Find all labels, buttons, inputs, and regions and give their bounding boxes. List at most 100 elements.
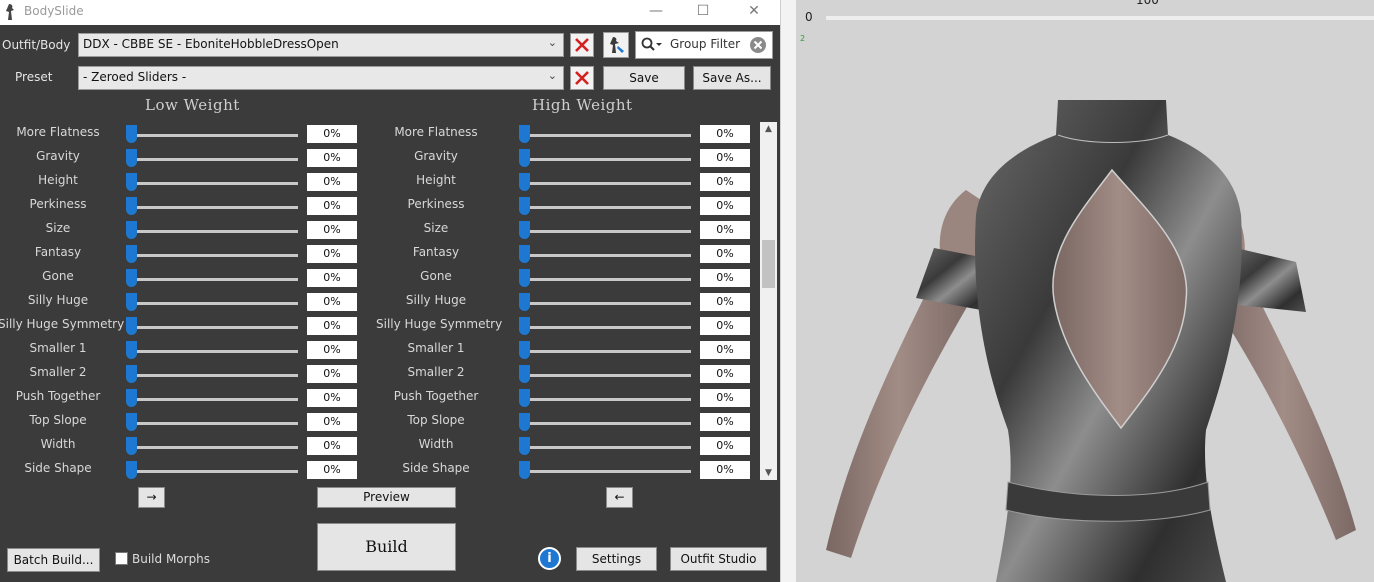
info-icon[interactable]: i [538, 547, 561, 570]
high-slider-thumb[interactable] [519, 437, 530, 455]
low-slider-track[interactable] [130, 398, 298, 401]
high-slider-thumb[interactable] [519, 413, 530, 431]
high-slider-value[interactable]: 0% [700, 245, 750, 263]
low-slider-track[interactable] [130, 278, 298, 281]
low-slider-thumb[interactable] [126, 341, 137, 359]
low-slider-thumb[interactable] [126, 293, 137, 311]
low-slider-value[interactable]: 0% [307, 269, 357, 287]
scroll-up-icon[interactable]: ▲ [760, 124, 777, 134]
high-slider-thumb[interactable] [519, 341, 530, 359]
high-slider-track[interactable] [523, 422, 691, 425]
low-slider-value[interactable]: 0% [307, 125, 357, 143]
low-slider-track[interactable] [130, 254, 298, 257]
low-slider-track[interactable] [130, 302, 298, 305]
high-slider-value[interactable]: 0% [700, 389, 750, 407]
low-slider-track[interactable] [130, 158, 298, 161]
copy-low-to-high-button[interactable]: → [138, 487, 165, 508]
save-as-preset-button[interactable]: Save As... [693, 66, 771, 90]
high-slider-track[interactable] [523, 326, 691, 329]
high-slider-track[interactable] [523, 134, 691, 137]
pane-divider[interactable] [780, 0, 796, 582]
low-slider-track[interactable] [130, 374, 298, 377]
high-slider-thumb[interactable] [519, 245, 530, 263]
low-slider-value[interactable]: 0% [307, 173, 357, 191]
high-slider-track[interactable] [523, 206, 691, 209]
high-slider-thumb[interactable] [519, 197, 530, 215]
high-slider-value[interactable]: 0% [700, 125, 750, 143]
low-slider-value[interactable]: 0% [307, 413, 357, 431]
high-slider-thumb[interactable] [519, 173, 530, 191]
low-slider-value[interactable]: 0% [307, 437, 357, 455]
slider-list-scrollbar[interactable]: ▲ ▼ [760, 122, 777, 480]
low-slider-track[interactable] [130, 230, 298, 233]
minimize-button[interactable]: — [633, 0, 679, 25]
high-slider-thumb[interactable] [519, 149, 530, 167]
outfit-studio-shortcut-button[interactable] [603, 32, 629, 58]
scrollbar-thumb[interactable] [762, 240, 775, 288]
low-slider-track[interactable] [130, 326, 298, 329]
low-slider-thumb[interactable] [126, 173, 137, 191]
high-slider-thumb[interactable] [519, 269, 530, 287]
low-slider-value[interactable]: 0% [307, 245, 357, 263]
high-slider-track[interactable] [523, 182, 691, 185]
low-slider-value[interactable]: 0% [307, 293, 357, 311]
low-slider-value[interactable]: 0% [307, 221, 357, 239]
low-slider-thumb[interactable] [126, 317, 137, 335]
high-slider-value[interactable]: 0% [700, 197, 750, 215]
batch-build-button[interactable]: Batch Build... [7, 548, 100, 572]
high-slider-track[interactable] [523, 254, 691, 257]
low-slider-thumb[interactable] [126, 365, 137, 383]
high-slider-value[interactable]: 0% [700, 173, 750, 191]
clear-outfit-button[interactable] [570, 33, 594, 57]
preset-select[interactable]: - Zeroed Sliders - ⌄ [78, 66, 564, 90]
low-slider-value[interactable]: 0% [307, 365, 357, 383]
high-slider-track[interactable] [523, 278, 691, 281]
clear-preset-button[interactable] [570, 66, 594, 90]
high-slider-track[interactable] [523, 350, 691, 353]
preview-button[interactable]: Preview [317, 487, 456, 508]
high-slider-value[interactable]: 0% [700, 293, 750, 311]
high-slider-thumb[interactable] [519, 125, 530, 143]
low-slider-thumb[interactable] [126, 269, 137, 287]
low-slider-thumb[interactable] [126, 389, 137, 407]
low-slider-value[interactable]: 0% [307, 389, 357, 407]
low-slider-thumb[interactable] [126, 413, 137, 431]
high-slider-value[interactable]: 0% [700, 341, 750, 359]
high-slider-track[interactable] [523, 302, 691, 305]
high-slider-value[interactable]: 0% [700, 461, 750, 479]
group-filter-input[interactable]: Group Filter [635, 31, 773, 59]
scroll-down-icon[interactable]: ▼ [760, 468, 777, 478]
low-slider-track[interactable] [130, 134, 298, 137]
outfit-studio-button[interactable]: Outfit Studio [670, 547, 767, 571]
low-slider-value[interactable]: 0% [307, 341, 357, 359]
low-slider-thumb[interactable] [126, 125, 137, 143]
settings-button[interactable]: Settings [576, 547, 657, 571]
high-slider-thumb[interactable] [519, 461, 530, 479]
build-morphs-checkbox[interactable] [115, 552, 128, 565]
high-slider-track[interactable] [523, 230, 691, 233]
low-slider-thumb[interactable] [126, 149, 137, 167]
high-slider-thumb[interactable] [519, 389, 530, 407]
high-slider-thumb[interactable] [519, 221, 530, 239]
high-slider-track[interactable] [523, 158, 691, 161]
outfit-select[interactable]: DDX - CBBE SE - EboniteHobbleDressOpen ⌄ [78, 33, 564, 57]
high-slider-thumb[interactable] [519, 317, 530, 335]
high-slider-track[interactable] [523, 446, 691, 449]
low-slider-thumb[interactable] [126, 221, 137, 239]
high-slider-value[interactable]: 0% [700, 269, 750, 287]
low-slider-value[interactable]: 0% [307, 317, 357, 335]
close-window-button[interactable]: ✕ [731, 0, 777, 25]
low-slider-track[interactable] [130, 182, 298, 185]
high-slider-value[interactable]: 0% [700, 365, 750, 383]
maximize-button[interactable]: ☐ [680, 0, 726, 25]
low-slider-thumb[interactable] [126, 437, 137, 455]
low-slider-thumb[interactable] [126, 245, 137, 263]
low-slider-track[interactable] [130, 446, 298, 449]
save-preset-button[interactable]: Save [603, 66, 685, 90]
low-slider-thumb[interactable] [126, 461, 137, 479]
high-slider-track[interactable] [523, 374, 691, 377]
high-slider-track[interactable] [523, 470, 691, 473]
build-button[interactable]: Build [317, 523, 456, 571]
low-slider-track[interactable] [130, 470, 298, 473]
low-slider-track[interactable] [130, 206, 298, 209]
